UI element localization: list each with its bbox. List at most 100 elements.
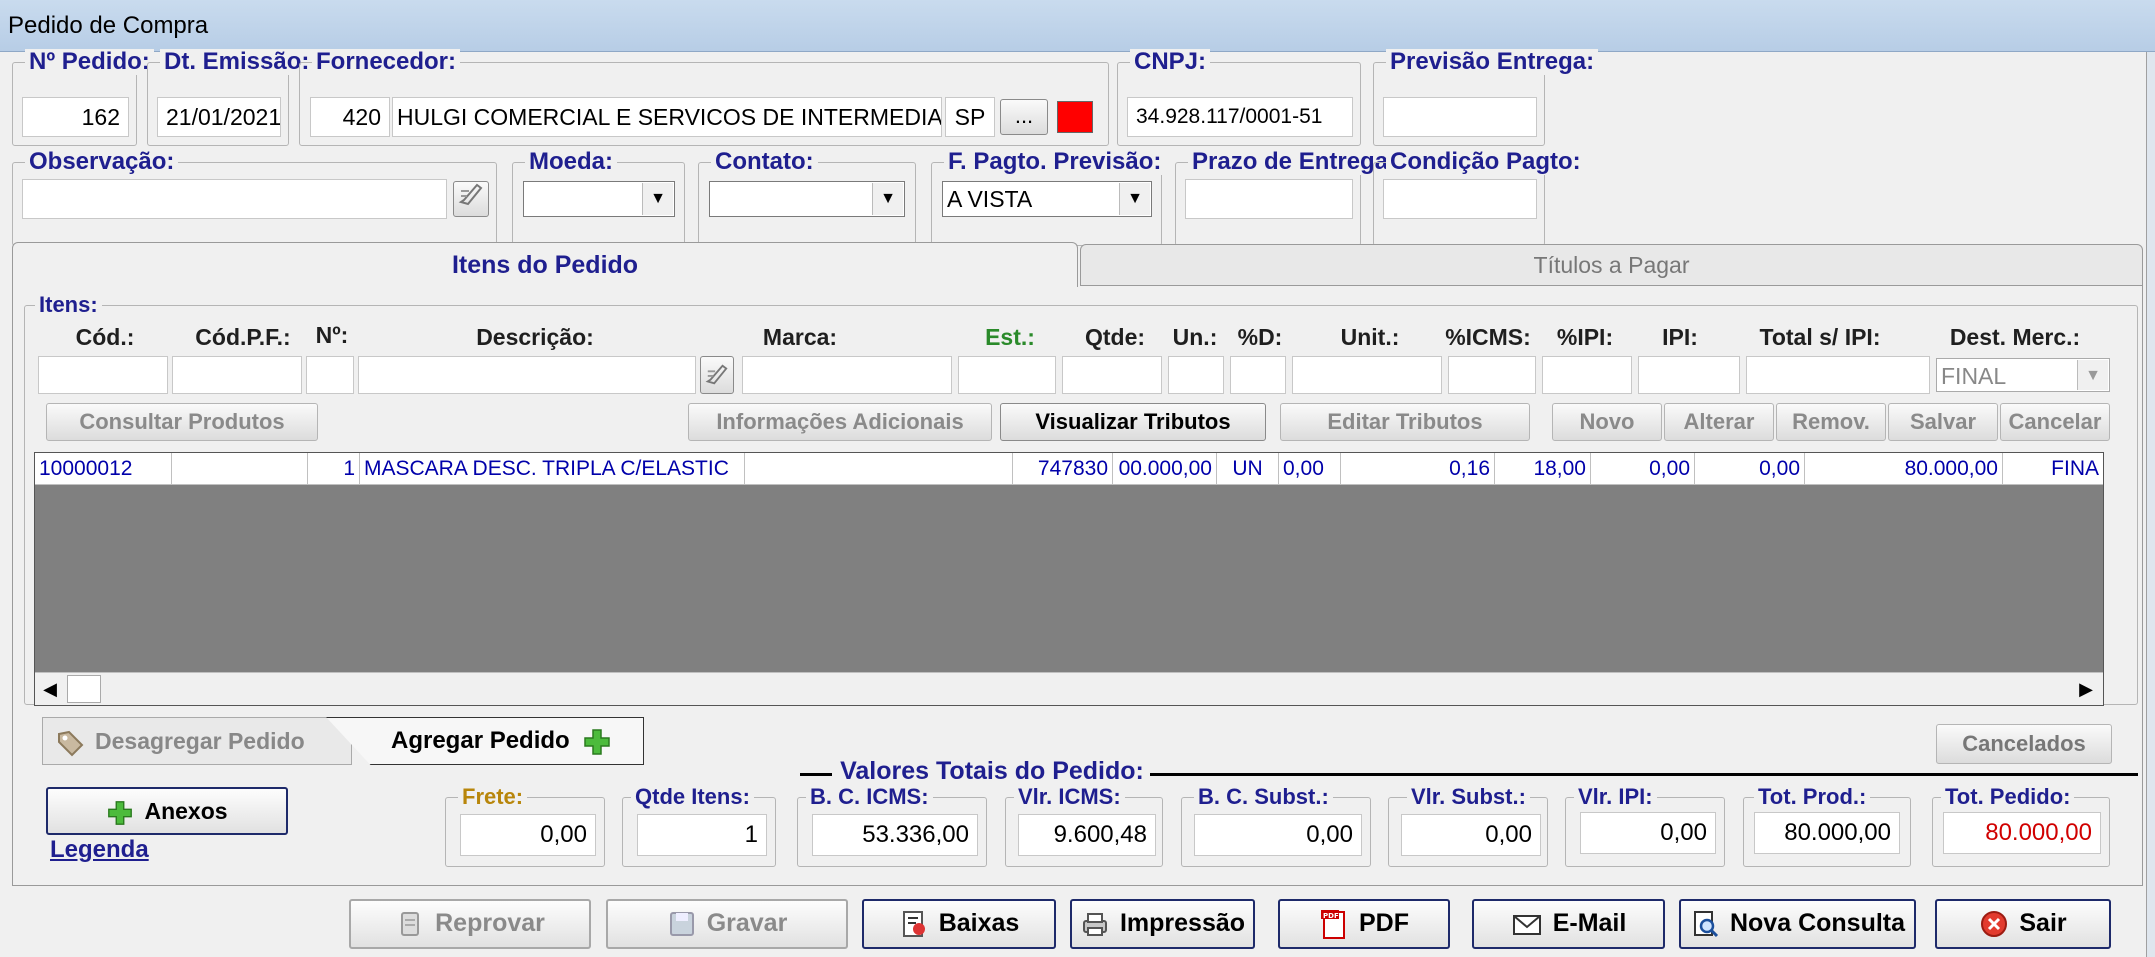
bc-subst-field[interactable]: 0,00	[1194, 814, 1362, 856]
nova-consulta-label: Nova Consulta	[1729, 909, 1906, 937]
email-button[interactable]: E-Mail	[1472, 899, 1665, 949]
vlr-ipi-field[interactable]: 0,00	[1580, 812, 1716, 854]
previsao-entrega-field[interactable]	[1383, 97, 1537, 137]
col-num: Nº:	[315, 322, 349, 348]
consultar-produtos-button[interactable]: Consultar Produtos	[46, 403, 318, 441]
row-cod: 10000012	[35, 453, 172, 485]
editar-tributos-button[interactable]: Editar Tributos	[1280, 403, 1530, 441]
bc-icms-field[interactable]: 53.336,00	[812, 814, 978, 856]
pdf-button[interactable]: PDF PDF	[1278, 899, 1450, 949]
informacoes-adicionais-button[interactable]: Informações Adicionais	[688, 403, 992, 441]
input-codpf[interactable]	[172, 356, 302, 394]
emissao-group: Dt. Emissão: 21/01/2021	[147, 49, 314, 146]
input-est[interactable]	[958, 356, 1056, 394]
reprovar-button[interactable]: Reprovar	[349, 899, 591, 949]
chevron-down-icon[interactable]: ▼	[642, 183, 673, 215]
horizontal-scrollbar[interactable]: ◀ ▶	[35, 672, 2103, 705]
input-num[interactable]	[306, 356, 354, 394]
descricao-edit-button[interactable]	[700, 356, 734, 394]
agregar-pedido-button[interactable]: Agregar Pedido	[326, 717, 644, 765]
baixas-button[interactable]: Baixas	[862, 899, 1056, 949]
condicao-label: Condição Pagto:	[1386, 149, 1585, 175]
fornecedor-name-field[interactable]: HULGI COMERCIAL E SERVICOS DE INTERMEDIA…	[392, 97, 942, 137]
vlr-icms-field[interactable]: 9.600,48	[1018, 814, 1156, 856]
anexos-button[interactable]: Anexos	[46, 787, 288, 835]
row-unit: 0,16	[1341, 453, 1495, 485]
tot-prod-field[interactable]: 80.000,00	[1754, 812, 1900, 854]
tot-pedido-field[interactable]: 80.000,00	[1943, 812, 2101, 854]
input-ipi[interactable]	[1638, 356, 1740, 394]
emissao-date-field[interactable]: 21/01/2021	[157, 97, 281, 137]
items-grid[interactable]	[34, 452, 2104, 706]
input-pipi[interactable]	[1542, 356, 1632, 394]
frete-group: Frete: 0,00	[445, 784, 605, 867]
input-cod[interactable]	[38, 356, 168, 394]
desagregar-label: Desagregar Pedido	[95, 728, 305, 754]
input-un[interactable]	[1168, 356, 1224, 394]
legenda-link[interactable]: Legenda	[50, 836, 200, 868]
bc-subst-group: B. C. Subst.: 0,00	[1181, 784, 1371, 867]
scroll-left-icon[interactable]: ◀	[35, 673, 65, 705]
vlr-subst-field[interactable]: 0,00	[1401, 814, 1541, 856]
input-pd[interactable]	[1230, 356, 1286, 394]
fpagto-select[interactable]: A VISTA ▼	[942, 181, 1152, 217]
fornecedor-code-field[interactable]: 420	[310, 97, 390, 137]
fpagto-value: A VISTA	[947, 186, 1033, 212]
input-icms[interactable]	[1448, 356, 1536, 394]
col-cod: Cód.:	[75, 324, 135, 350]
condicao-field[interactable]	[1383, 179, 1537, 219]
cnpj-label: CNPJ:	[1130, 49, 1211, 75]
chevron-down-icon[interactable]: ▼	[1119, 183, 1150, 215]
nova-consulta-button[interactable]: Nova Consulta	[1679, 899, 1916, 949]
row-total: 80.000,00	[1805, 453, 2003, 485]
close-icon	[1981, 911, 2008, 938]
input-descricao[interactable]	[358, 356, 696, 394]
scroll-right-icon[interactable]: ▶	[2071, 673, 2101, 705]
cancelados-button[interactable]: Cancelados	[1936, 724, 2112, 764]
sair-button[interactable]: Sair	[1935, 899, 2111, 949]
cnpj-field[interactable]: 34.928.117/0001-51	[1127, 97, 1353, 137]
salvar-button[interactable]: Salvar	[1888, 403, 1998, 441]
edit-memo-icon	[458, 183, 483, 206]
row-ipi: 0,00	[1695, 453, 1805, 485]
tab-itens-pedido[interactable]: Itens do Pedido	[12, 242, 1078, 287]
impressao-button[interactable]: Impressão	[1070, 899, 1255, 949]
table-row[interactable]: 10000012 1 MASCARA DESC. TRIPLA C/ELASTI…	[35, 453, 2103, 485]
row-est: 747830	[1013, 453, 1113, 485]
observacao-label: Observação:	[25, 149, 179, 175]
row-qtde: 00.000,00	[1113, 453, 1217, 485]
desagregar-pedido-button[interactable]: Desagregar Pedido	[42, 717, 352, 765]
row-codpf	[172, 453, 308, 485]
alterar-button[interactable]: Alterar	[1664, 403, 1774, 441]
scroll-thumb[interactable]	[67, 675, 101, 703]
contato-select[interactable]: ▼	[709, 181, 905, 217]
fornecedor-browse-button[interactable]: ...	[1000, 99, 1048, 135]
tab-titulos-pagar[interactable]: Títulos a Pagar	[1080, 244, 2143, 286]
prazo-field[interactable]	[1185, 179, 1353, 219]
fornecedor-color-indicator	[1057, 101, 1093, 133]
input-total[interactable]	[1746, 356, 1930, 394]
input-unit[interactable]	[1292, 356, 1442, 394]
row-dest: FINA	[2051, 457, 2099, 480]
remov-button[interactable]: Remov.	[1776, 403, 1886, 441]
cancelar-button[interactable]: Cancelar	[2000, 403, 2110, 441]
frete-field[interactable]: 0,00	[460, 814, 596, 856]
observacao-edit-button[interactable]	[453, 181, 489, 217]
moeda-select[interactable]: ▼	[523, 181, 675, 217]
col-total: Total s/ IPI:	[1759, 324, 1881, 350]
dest-merc-select[interactable]: FINAL ▼	[1936, 358, 2110, 392]
pedido-number-field[interactable]: 162	[22, 97, 129, 137]
window-title: Pedido de Compra	[0, 0, 2155, 52]
chevron-down-icon[interactable]: ▼	[872, 183, 903, 215]
vlr-icms-label: Vlr. ICMS:	[1014, 784, 1125, 810]
observacao-field[interactable]	[22, 179, 447, 219]
novo-button[interactable]: Novo	[1552, 403, 1662, 441]
qtde-itens-field[interactable]: 1	[637, 814, 767, 856]
gravar-button[interactable]: Gravar	[606, 899, 848, 949]
chevron-down-icon[interactable]: ▼	[2077, 360, 2108, 390]
input-qtde[interactable]	[1062, 356, 1162, 394]
input-marca[interactable]	[742, 356, 952, 394]
visualizar-tributos-button[interactable]: Visualizar Tributos	[1000, 403, 1266, 441]
itens-label: Itens:	[35, 292, 102, 318]
fornecedor-uf-field[interactable]: SP	[945, 97, 995, 137]
